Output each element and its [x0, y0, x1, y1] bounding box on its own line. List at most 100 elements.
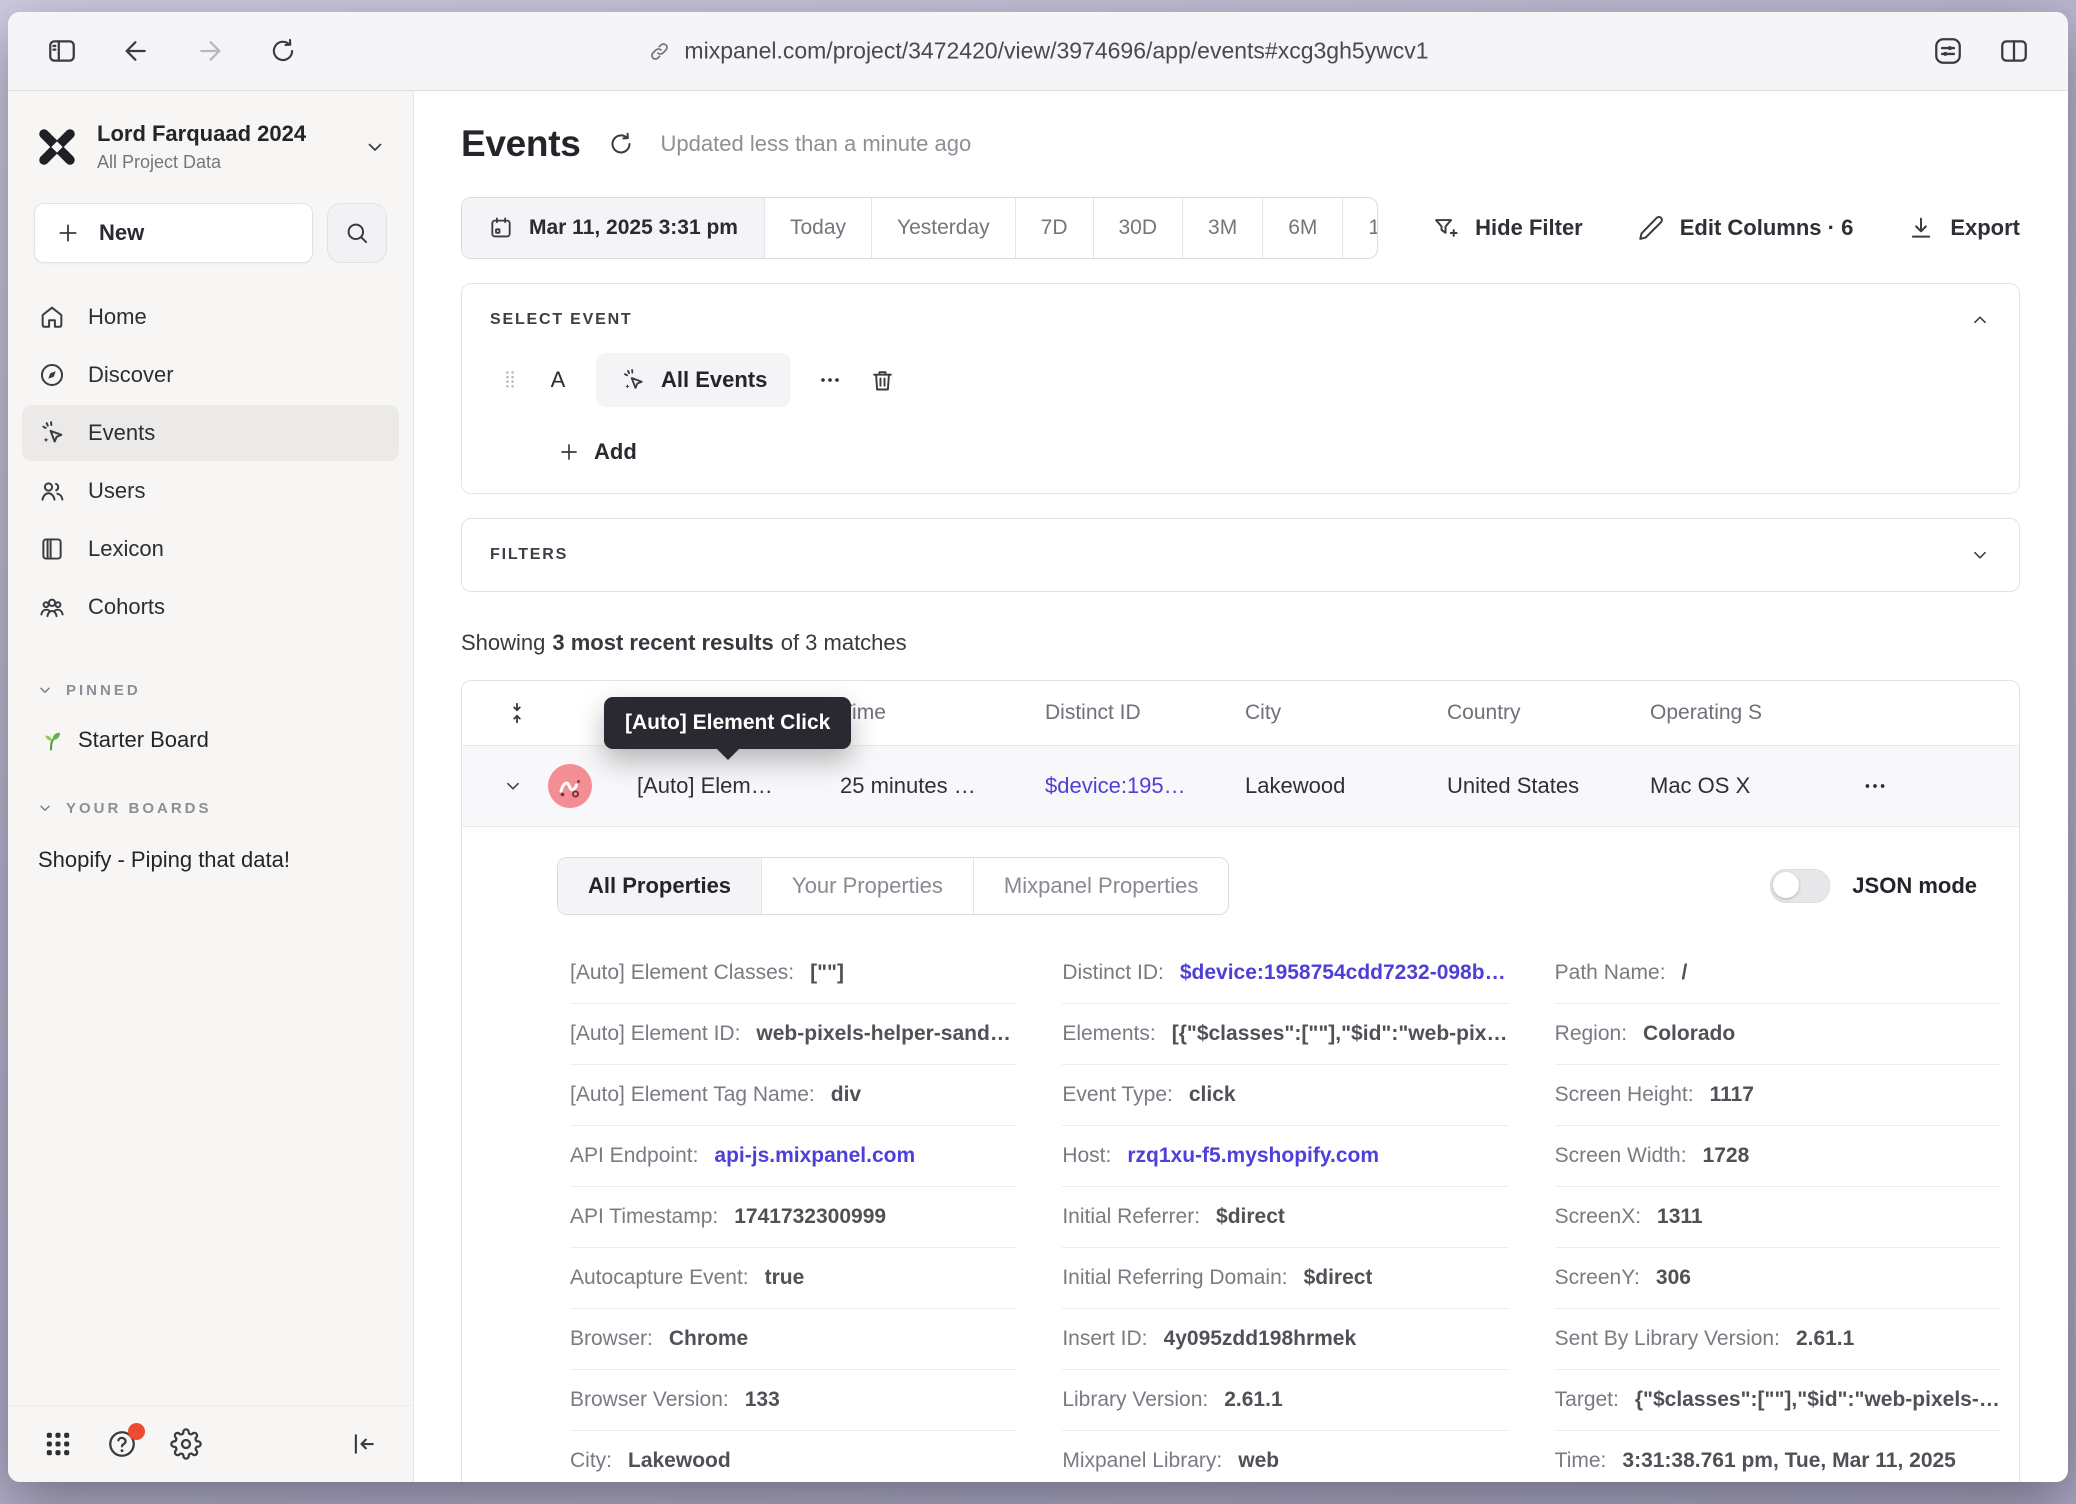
- sidebar-item-events[interactable]: Events: [22, 405, 399, 461]
- sidebar-item-cohorts[interactable]: Cohorts: [22, 579, 399, 635]
- collapse-sidebar-icon[interactable]: [349, 1429, 379, 1459]
- tab-all-properties[interactable]: All Properties: [558, 858, 761, 914]
- sidebar-item-label: Events: [88, 420, 155, 446]
- users-icon: [38, 477, 66, 505]
- preset-12m[interactable]: 12M: [1342, 198, 1378, 258]
- sidebar-item-label: Discover: [88, 362, 174, 388]
- event-table-row[interactable]: [Auto] Elem… 25 minutes … $device:195… L…: [462, 745, 2019, 827]
- filters-header[interactable]: FILTERS: [462, 519, 2019, 591]
- link-icon: [647, 39, 671, 63]
- add-event-label: Add: [594, 439, 637, 465]
- tab-mixpanel-properties[interactable]: Mixpanel Properties: [973, 858, 1228, 914]
- notification-dot: [128, 1423, 145, 1440]
- main-content: Events Updated less than a minute ago Ma…: [414, 91, 2068, 1482]
- plus-icon: [55, 220, 81, 246]
- date-picker[interactable]: Mar 11, 2025 3:31 pm: [462, 198, 764, 258]
- properties-tabs: All Properties Your Properties Mixpanel …: [557, 857, 1229, 915]
- property-link[interactable]: api-js.mixpanel.com: [714, 1144, 915, 1168]
- page-title: Events: [461, 123, 581, 165]
- back-icon[interactable]: [120, 35, 152, 67]
- sidebar-item-label: Lexicon: [88, 536, 164, 562]
- address-bar[interactable]: mixpanel.com/project/3472420/view/397469…: [647, 38, 1428, 65]
- refresh-icon[interactable]: [268, 36, 298, 66]
- json-mode-toggle[interactable]: [1770, 869, 1830, 903]
- sidebar-toggle-icon[interactable]: [46, 35, 78, 67]
- cell-time: 25 minutes …: [840, 773, 1045, 799]
- your-boards-section-label: YOUR BOARDS: [66, 800, 212, 817]
- preset-3m[interactable]: 3M: [1182, 198, 1262, 258]
- property-row: [Auto] Element Classes:[""]: [570, 943, 1016, 1004]
- apps-grid-icon[interactable]: [42, 1428, 74, 1460]
- select-event-title: SELECT EVENT: [490, 311, 633, 329]
- preset-6m[interactable]: 6M: [1262, 198, 1342, 258]
- split-view-icon[interactable]: [1998, 35, 2030, 67]
- column-header-city: City: [1245, 701, 1447, 725]
- page-settings-icon[interactable]: [1932, 35, 1964, 67]
- property-row: Initial Referring Domain:$direct: [1062, 1248, 1508, 1309]
- chevron-down-icon[interactable]: [1969, 544, 1991, 566]
- preset-today[interactable]: Today: [764, 198, 871, 258]
- project-switcher[interactable]: Lord Farquaad 2024 All Project Data: [8, 91, 413, 179]
- edit-columns-button[interactable]: Edit Columns · 6: [1637, 214, 1854, 242]
- cell-os: Mac OS X: [1650, 773, 1862, 799]
- sidebar-footer: [8, 1405, 413, 1482]
- properties-column-3: Path Name:/ Region:Colorado Screen Heigh…: [1555, 943, 2001, 1482]
- project-name: Lord Farquaad 2024: [97, 121, 346, 147]
- sidebar-item-discover[interactable]: Discover: [22, 347, 399, 403]
- cohorts-icon: [38, 593, 66, 621]
- preset-yesterday[interactable]: Yesterday: [871, 198, 1015, 258]
- new-button[interactable]: New: [34, 203, 313, 263]
- delete-event-icon[interactable]: [869, 367, 896, 394]
- sidebar-item-lexicon[interactable]: Lexicon: [22, 521, 399, 577]
- chevron-down-icon: [36, 681, 54, 699]
- properties-column-2: Distinct ID:$device:1958754cdd7232-098b8…: [1062, 943, 1508, 1482]
- property-link[interactable]: $device:1958754cdd7232-098b89…: [1180, 961, 1509, 985]
- row-expander-icon[interactable]: [502, 775, 524, 797]
- search-button[interactable]: [327, 203, 387, 263]
- plus-icon: [557, 440, 581, 464]
- select-event-header[interactable]: SELECT EVENT: [462, 284, 2019, 345]
- cell-event-name: [Auto] Elem…: [637, 773, 840, 799]
- row-more-icon[interactable]: [1862, 773, 2019, 799]
- cell-distinct-id-link[interactable]: $device:195…: [1045, 773, 1245, 799]
- browser-window: mixpanel.com/project/3472420/view/397469…: [8, 12, 2068, 1482]
- preset-30d[interactable]: 30D: [1093, 198, 1183, 258]
- board-label: Shopify - Piping that data!: [38, 847, 290, 872]
- tab-your-properties[interactable]: Your Properties: [761, 858, 973, 914]
- select-event-panel: SELECT EVENT A All Events: [461, 283, 2020, 494]
- property-link[interactable]: rzq1xu-f5.myshopify.com: [1127, 1144, 1379, 1168]
- property-row: ScreenX:1311: [1555, 1187, 2001, 1248]
- pinned-section-header[interactable]: PINNED: [36, 681, 385, 699]
- property-row: Event Type:click: [1062, 1065, 1508, 1126]
- export-button[interactable]: Export: [1907, 214, 2020, 242]
- your-boards-section-header[interactable]: YOUR BOARDS: [36, 799, 385, 817]
- event-tooltip: [Auto] Element Click: [604, 697, 851, 749]
- settings-gear-icon[interactable]: [170, 1428, 202, 1460]
- autocapture-cursor-icon: [620, 367, 646, 393]
- hide-filter-button[interactable]: Hide Filter: [1432, 214, 1583, 242]
- drag-handle-icon[interactable]: [500, 366, 520, 394]
- sidebar-item-shopify-board[interactable]: Shopify - Piping that data!: [38, 847, 383, 873]
- property-row: Browser Version:133: [570, 1370, 1016, 1431]
- preset-7d[interactable]: 7D: [1015, 198, 1093, 258]
- search-icon: [343, 219, 371, 247]
- sidebar-item-home[interactable]: Home: [22, 289, 399, 345]
- event-selector-chip[interactable]: All Events: [596, 353, 791, 407]
- new-button-label: New: [99, 220, 144, 246]
- property-row: Path Name:/: [1555, 943, 2001, 1004]
- sidebar-item-starter-board[interactable]: Starter Board: [38, 727, 383, 753]
- column-header-time: Time: [840, 701, 1045, 725]
- chevron-down-icon: [36, 799, 54, 817]
- properties-column-1: [Auto] Element Classes:[""] [Auto] Eleme…: [570, 943, 1016, 1482]
- help-icon[interactable]: [106, 1428, 138, 1460]
- sidebar-item-users[interactable]: Users: [22, 463, 399, 519]
- forward-icon[interactable]: [194, 35, 226, 67]
- results-summary: Showing3 most recent resultsof 3 matches: [461, 630, 2020, 656]
- more-options-icon[interactable]: [818, 368, 842, 392]
- chevron-up-icon[interactable]: [1969, 309, 1991, 331]
- property-row: Distinct ID:$device:1958754cdd7232-098b8…: [1062, 943, 1508, 1004]
- refresh-results-icon[interactable]: [607, 130, 635, 158]
- add-event-button[interactable]: Add: [557, 439, 2019, 465]
- results-table: [Auto] Element Click Time Distinct ID Ci…: [461, 680, 2020, 1482]
- home-icon: [38, 303, 66, 331]
